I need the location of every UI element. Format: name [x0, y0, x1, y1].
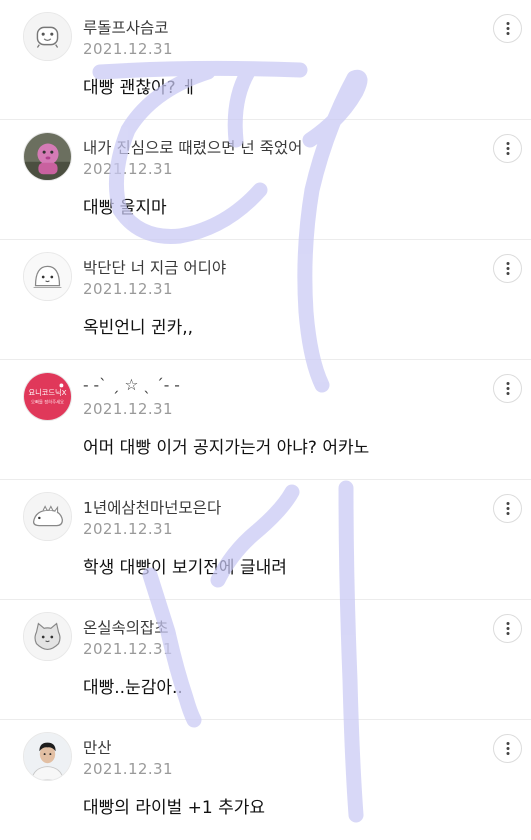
comment-item: 만산 2021.12.31 대빵의 라이벌 +1 추가요 [0, 720, 531, 840]
comment-nickname[interactable]: 루돌프사슴코 [83, 16, 169, 38]
comment-text: 옥빈언니 귄카,, [83, 318, 194, 338]
comment-nickname[interactable]: 1년에삼천마넌모은다 [83, 496, 221, 518]
comment-nickname[interactable]: 온실속의잡초 [83, 616, 169, 638]
comment-date: 2021.12.31 [83, 520, 173, 538]
badge-line-2: 오빠를 정하주세요 [31, 399, 64, 406]
more-options-button[interactable] [493, 254, 522, 283]
more-options-button[interactable] [493, 494, 522, 523]
badge-line-1: 요니코드닉X [29, 388, 67, 397]
more-options-button[interactable] [493, 374, 522, 403]
character-mascot-icon[interactable] [23, 12, 72, 61]
comment-nickname[interactable]: 내가 진심으로 때렸으면 넌 죽었어 [83, 136, 302, 158]
more-vertical-icon [506, 142, 509, 155]
comment-item: 온실속의잡초 2021.12.31 대빵..눈감아.. [0, 600, 531, 720]
comment-date: 2021.12.31 [83, 760, 173, 778]
comment-item: 요니코드닉X 오빠를 정하주세요 - -` ˏ ☆ ˎ ´- - 2021.12… [0, 360, 531, 480]
more-vertical-icon [506, 502, 509, 515]
more-options-button[interactable] [493, 134, 522, 163]
pink-badge-icon[interactable]: 요니코드닉X 오빠를 정하주세요 [23, 372, 72, 421]
comment-text: 대빵의 라이벌 +1 추가요 [83, 798, 266, 818]
comment-date: 2021.12.31 [83, 160, 173, 178]
comment-nickname[interactable]: 만산 [83, 736, 112, 758]
comment-text: 대빵..눈감아.. [83, 678, 183, 698]
comment-item: 1년에삼천마넌모은다 2021.12.31 학생 대빵이 보기전에 글내려 [0, 480, 531, 600]
comment-item: 박단단 너 지금 어디야 2021.12.31 옥빈언니 귄카,, [0, 240, 531, 360]
photo-avatar-icon[interactable] [23, 132, 72, 181]
comment-item: 내가 진심으로 때렸으면 넌 죽었어 2021.12.31 대빵 울지마 [0, 120, 531, 240]
cute-face-icon[interactable] [23, 252, 72, 301]
more-options-button[interactable] [493, 614, 522, 643]
cat-icon[interactable] [23, 612, 72, 661]
comment-date: 2021.12.31 [83, 280, 173, 298]
comment-text: 대빵 괜찮아? ㅔ [83, 78, 197, 98]
comment-text: 대빵 울지마 [83, 198, 167, 218]
more-options-button[interactable] [493, 14, 522, 43]
comment-nickname[interactable]: 박단단 너 지금 어디야 [83, 256, 226, 278]
person-photo-icon[interactable] [23, 732, 72, 781]
comment-list: 루돌프사슴코 2021.12.31 대빵 괜찮아? ㅔ 내가 진심으로 때렸으면… [0, 0, 531, 840]
comment-date: 2021.12.31 [83, 640, 173, 658]
comment-item: 루돌프사슴코 2021.12.31 대빵 괜찮아? ㅔ [0, 0, 531, 120]
comment-date: 2021.12.31 [83, 400, 173, 418]
more-vertical-icon [506, 742, 509, 755]
more-vertical-icon [506, 382, 509, 395]
more-vertical-icon [506, 262, 509, 275]
comment-text: 어머 대빵 이거 공지가는거 아냐? 어카노 [83, 438, 370, 458]
more-vertical-icon [506, 622, 509, 635]
more-options-button[interactable] [493, 734, 522, 763]
comment-date: 2021.12.31 [83, 40, 173, 58]
comment-text: 학생 대빵이 보기전에 글내려 [83, 558, 287, 578]
comment-nickname[interactable]: - -` ˏ ☆ ˎ ´- - [83, 376, 180, 394]
more-vertical-icon [506, 22, 509, 35]
dinosaur-icon[interactable] [23, 492, 72, 541]
